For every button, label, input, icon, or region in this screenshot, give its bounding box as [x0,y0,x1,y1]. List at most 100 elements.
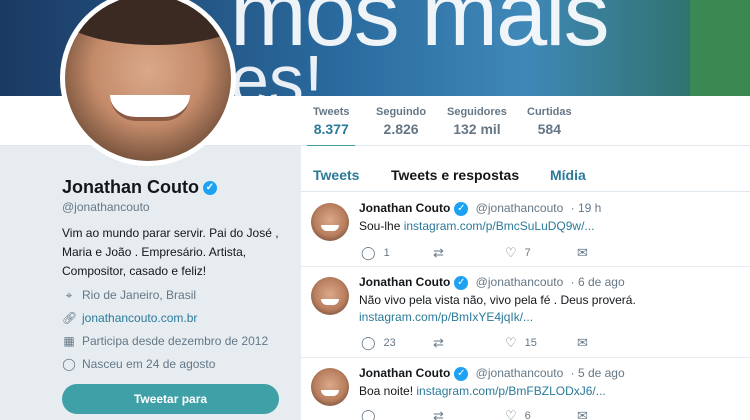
verified-badge-icon: ✓ [454,366,469,381]
stat-label: Curtidas [527,106,572,118]
stat-following[interactable]: Seguindo 2.826 [376,106,426,137]
message-button[interactable]: ✉ [577,408,649,420]
tweet-actions: ◯ 23 ⇄ ♡ 15 ✉ [361,335,649,351]
reply-count: 23 [383,337,396,349]
tweet-time[interactable]: · 5 de ago [571,366,625,380]
tweet-author-handle[interactable]: @jonathancouto [476,275,564,289]
like-button[interactable]: ♡ 6 [505,408,577,420]
tweet-link[interactable]: instagram.com/p/BmFBZLODxJ6/... [416,384,605,398]
stat-label: Seguidores [447,106,507,118]
profile-bio: Vim ao mundo parar servir. Pai do José ,… [62,226,279,278]
heart-icon: ♡ [505,335,517,350]
tweet-author-handle[interactable]: @jonathancouto [476,201,564,215]
calendar-icon: ▦ [63,334,75,348]
tweet-text: Sou-lhe instagram.com/p/BmcSuLuDQ9w/... [359,218,739,235]
tweet-header: Jonathan Couto ✓ @jonathancouto · 6 de ag… [359,275,625,290]
stat-label: Tweets [313,106,350,118]
tweet-text: Boa noite! instagram.com/p/BmFBZLODxJ6/.… [359,383,739,400]
like-button[interactable]: ♡ 15 [505,335,577,351]
reply-button[interactable]: ◯ [361,408,433,420]
verified-badge-icon: ✓ [203,181,217,196]
map-pin-icon: ⌖ [65,288,73,302]
profile-handle[interactable]: @jonathancouto [62,200,150,214]
reply-button[interactable]: ◯ 23 [361,335,433,351]
joined-text: Participa desde dezembro de 2012 [82,334,269,348]
tweet-avatar[interactable] [311,277,349,315]
tweet-link[interactable]: instagram.com/p/BmcSuLuDQ9w/... [404,219,595,233]
avatar-hair [65,0,231,45]
retweet-button[interactable]: ⇄ [433,245,505,261]
banner-text-2: es! [230,41,324,96]
timeline: Tweets Tweets e respostas Mídia Jonathan… [301,146,750,420]
profile-website[interactable]: 🔗︎ jonathancouto.com.br [62,311,197,325]
stat-tweets[interactable]: Tweets 8.377 [306,106,357,149]
tweet-author-name[interactable]: Jonathan Couto [359,201,450,215]
tweet-author-name[interactable]: Jonathan Couto [359,366,450,380]
reply-icon: ◯ [361,335,376,350]
stat-value: 2.826 [383,121,419,137]
tweet-actions: ◯ 1 ⇄ ♡ 7 ✉ [361,245,649,261]
tweet-time[interactable]: · 6 de ago [571,275,625,289]
envelope-icon: ✉ [577,408,588,420]
like-button[interactable]: ♡ 7 [505,245,577,261]
like-count: 6 [524,410,531,420]
tweet-author-name[interactable]: Jonathan Couto [359,275,450,289]
retweet-button[interactable]: ⇄ [433,335,505,351]
website-link[interactable]: jonathancouto.com.br [82,311,197,325]
tweet-item[interactable]: Jonathan Couto ✓ @jonathancouto · 19 h So… [301,193,750,267]
profile-name[interactable]: Jonathan Couto ✓ [62,177,217,198]
stat-label: Seguindo [376,106,427,118]
tweet-item[interactable]: Jonathan Couto ✓ @jonathancouto · 5 de ag… [301,358,750,420]
heart-icon: ♡ [505,245,517,260]
tab-tweets-and-replies[interactable]: Tweets e respostas [391,167,519,183]
tweet-author-handle[interactable]: @jonathancouto [476,366,564,380]
retweet-button[interactable]: ⇄ [433,408,505,420]
tweet-avatar[interactable] [311,368,349,406]
stat-value: 8.377 [313,121,349,137]
avatar-smile [110,95,190,121]
location-text: Rio de Janeiro, Brasil [82,288,197,302]
tweet-item[interactable]: Jonathan Couto ✓ @jonathancouto · 6 de ag… [301,267,750,358]
verified-badge-icon: ✓ [454,275,469,290]
profile-joined: ▦ Participa desde dezembro de 2012 [62,334,268,348]
message-button[interactable]: ✉ [577,245,649,261]
birthday-text: Nasceu em 24 de agosto [82,357,216,371]
banner-decoration [690,0,750,96]
verified-badge-icon: ✓ [454,201,469,216]
tweet-header: Jonathan Couto ✓ @jonathancouto · 5 de ag… [359,366,625,381]
profile-name-text: Jonathan Couto [62,177,199,197]
tweet-link[interactable]: instagram.com/p/BmIxYE4jqIk/... [359,310,533,324]
stat-likes[interactable]: Curtidas 584 [527,106,572,137]
stat-value: 132 mil [453,121,501,137]
profile-location: ⌖ Rio de Janeiro, Brasil [62,288,196,302]
message-button[interactable]: ✉ [577,335,649,351]
tweet-to-button[interactable]: Tweetar para [62,384,279,414]
tweet-avatar[interactable] [311,203,349,241]
reply-button[interactable]: ◯ 1 [361,245,433,261]
balloon-icon: ◯ [62,357,76,371]
stat-value: 584 [537,121,561,137]
tweet-text-body: Boa noite! [359,384,417,398]
retweet-icon: ⇄ [433,245,444,260]
envelope-icon: ✉ [577,245,588,260]
tab-media[interactable]: Mídia [550,167,586,183]
heart-icon: ♡ [505,408,517,420]
timeline-tabs: Tweets Tweets e respostas Mídia [301,146,750,192]
tab-tweets[interactable]: Tweets [313,167,359,183]
tweet-time[interactable]: · 19 h [571,201,602,215]
reply-icon: ◯ [361,245,376,260]
profile-birthday: ◯ Nasceu em 24 de agosto [62,357,215,371]
link-icon: 🔗︎ [62,311,78,325]
like-count: 7 [524,247,531,259]
tweet-actions: ◯ ⇄ ♡ 6 ✉ [361,408,649,420]
retweet-icon: ⇄ [433,335,444,350]
retweet-icon: ⇄ [433,408,444,420]
like-count: 15 [524,337,537,349]
reply-count: 1 [383,247,390,259]
tweet-header: Jonathan Couto ✓ @jonathancouto · 19 h [359,201,601,216]
tweet-text: Não vivo pela vista não, vivo pela fé . … [359,292,739,326]
envelope-icon: ✉ [577,335,588,350]
tweet-text-body: Sou-lhe [359,219,404,233]
tweet-text-body: Não vivo pela vista não, vivo pela fé . … [359,293,636,307]
stat-followers[interactable]: Seguidores 132 mil [447,106,507,137]
